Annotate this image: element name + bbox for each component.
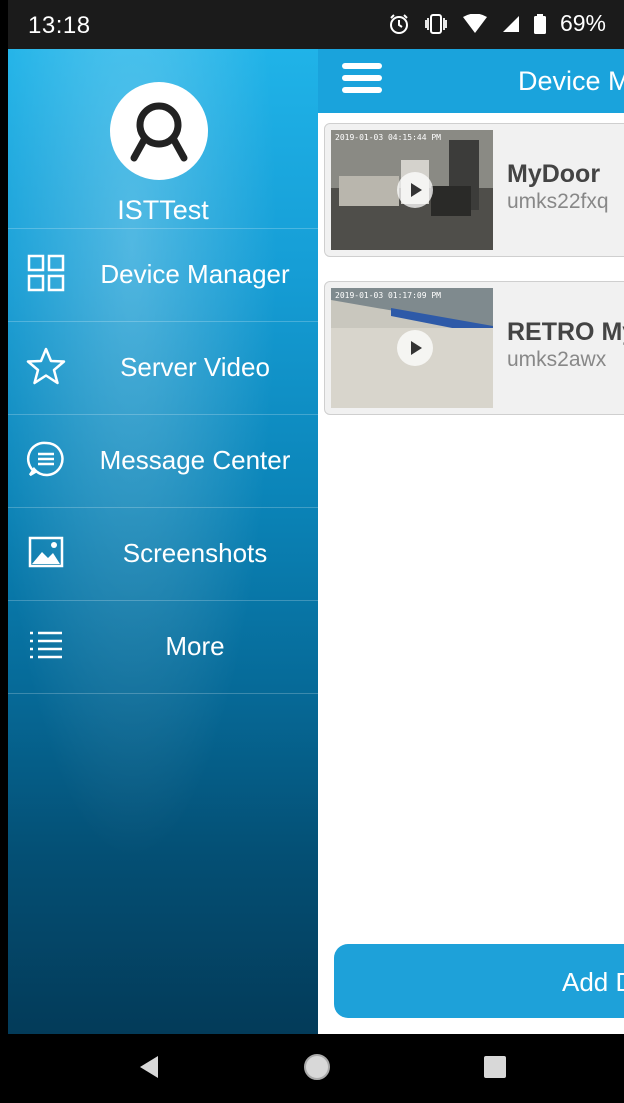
menu-item-more[interactable]: More: [8, 600, 318, 694]
alarm-icon: [389, 13, 408, 34]
signal-icon: [502, 15, 519, 32]
device-thumbnail[interactable]: 2019-01-03 01:17:09 PM: [331, 288, 493, 408]
page-title: Device Manager: [518, 66, 624, 96]
grid-icon: [27, 254, 65, 292]
system-navigation-bar: [8, 1034, 624, 1103]
home-icon[interactable]: [304, 1054, 330, 1080]
menu-label-more: More: [165, 631, 225, 661]
device-thumbnail[interactable]: 2019-01-03 04:15:44 PM: [331, 130, 493, 250]
message-icon: [26, 441, 64, 477]
menu-item-device-manager[interactable]: Device Manager: [8, 228, 318, 321]
device-id: umks22fxq: [507, 190, 609, 213]
navigation-drawer: ISTTest Device Manager Server Video Mess…: [8, 49, 318, 1034]
status-icons: 69%: [388, 10, 606, 37]
device-name: RETRO My: [507, 318, 624, 346]
play-button[interactable]: [397, 330, 433, 366]
avatar[interactable]: [110, 82, 208, 180]
battery-percent: 69%: [559, 10, 606, 36]
menu-label-screenshots: Screenshots: [122, 538, 268, 568]
status-time: 13:18: [28, 12, 91, 39]
username: ISTTest: [117, 195, 209, 225]
status-bar: 13:18 69%: [8, 0, 624, 49]
list-icon: [30, 631, 62, 659]
play-icon: [411, 183, 422, 197]
recent-apps-icon[interactable]: [484, 1056, 506, 1078]
star-icon: [26, 347, 66, 385]
wifi-icon: [462, 13, 487, 33]
menu-label-server-video: Server Video: [120, 352, 270, 382]
user-icon: [130, 102, 188, 162]
menu-label-device-manager: Device Manager: [100, 259, 290, 289]
device-card[interactable]: 2019-01-03 01:17:09 PM RETRO My umks2awx: [324, 281, 624, 415]
menu-item-screenshots[interactable]: Screenshots: [8, 507, 318, 600]
add-device-label: Add Device: [562, 967, 624, 997]
menu-item-message-center[interactable]: Message Center: [8, 414, 318, 507]
app-bar: Device Manager: [318, 49, 624, 113]
main-panel: Device Manager 2019-01-03 04:15:44 PM: [318, 49, 624, 1034]
play-icon: [411, 341, 422, 355]
drawer-menu: Device Manager Server Video Message Cent…: [8, 228, 318, 694]
image-icon: [28, 536, 64, 568]
device-name: MyDoor: [507, 160, 601, 188]
app-screen: ISTTest Device Manager Server Video Mess…: [8, 49, 624, 1034]
hamburger-icon[interactable]: [342, 61, 382, 95]
video-timestamp: 2019-01-03 04:15:44 PM: [335, 133, 441, 142]
device-card[interactable]: 2019-01-03 04:15:44 PM MyDoor umks22fxq: [324, 123, 624, 257]
play-button[interactable]: [397, 172, 433, 208]
menu-label-message-center: Message Center: [99, 445, 291, 475]
battery-icon: [533, 13, 546, 34]
device-id: umks2awx: [507, 348, 607, 371]
menu-item-server-video[interactable]: Server Video: [8, 321, 318, 414]
add-device-button[interactable]: Add Device: [334, 944, 624, 1018]
video-timestamp: 2019-01-03 01:17:09 PM: [335, 291, 441, 300]
back-icon[interactable]: [136, 1054, 162, 1080]
vibrate-icon: [425, 13, 447, 34]
